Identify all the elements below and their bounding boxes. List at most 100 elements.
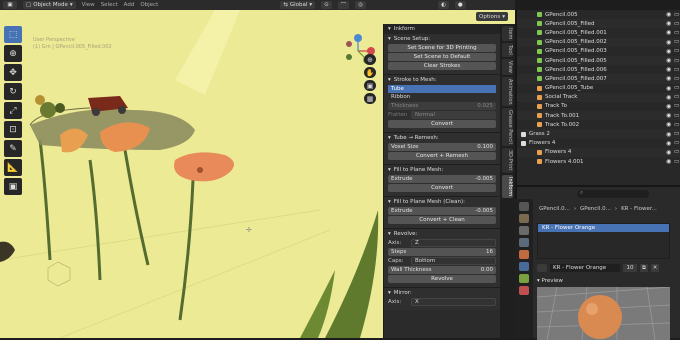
outliner-row[interactable]: Track To ◉ ▭: [517, 102, 680, 111]
visibility-eye-icon[interactable]: ◉: [666, 75, 671, 82]
render-camera-icon[interactable]: ▭: [674, 12, 679, 18]
add-cube-icon[interactable]: ▣: [4, 178, 22, 195]
output-icon[interactable]: [519, 226, 529, 235]
outliner-row[interactable]: GPencil.005_Filled.002 ◉ ▭: [517, 37, 680, 47]
outliner-row[interactable]: GPencil.005_Tube ◉ ▭: [517, 84, 680, 93]
mode-dropdown[interactable]: ▢ Object Mode ▾: [23, 1, 76, 9]
measure-icon[interactable]: 📐: [4, 159, 22, 176]
object-icon[interactable]: [519, 250, 529, 259]
extrude-field[interactable]: Extrude -0.005: [388, 175, 496, 183]
outliner-row[interactable]: GPencil.005_Filled.005 ◉ ▭: [517, 55, 680, 66]
set-scene-default-button[interactable]: Set Scene to Default: [388, 53, 496, 61]
hand-icon[interactable]: ✋: [364, 67, 376, 78]
outliner-row[interactable]: Flowers 4.001 ◉ ▭: [517, 157, 680, 166]
visibility-eye-icon[interactable]: ◉: [666, 131, 671, 138]
clear-strokes-button[interactable]: Clear Strokes: [388, 62, 496, 70]
render-camera-icon[interactable]: ▭: [674, 113, 679, 119]
render-camera-icon[interactable]: ▭: [674, 131, 679, 137]
modifier-icon[interactable]: [519, 262, 529, 271]
visibility-eye-icon[interactable]: ◉: [666, 57, 671, 64]
outliner-row[interactable]: GPencil.005_Filled ◉ ▭: [517, 19, 680, 29]
outliner-row[interactable]: Flowers 4 ◉ ▭: [517, 147, 680, 157]
visibility-eye-icon[interactable]: ◉: [666, 94, 671, 101]
visibility-eye-icon[interactable]: ◉: [666, 11, 671, 18]
render-camera-icon[interactable]: ▭: [674, 30, 679, 36]
tab-inkform[interactable]: Inkform: [502, 174, 513, 198]
convert-clean-button[interactable]: Convert + Clean: [388, 216, 496, 224]
grid-icon[interactable]: ▦: [364, 93, 376, 104]
render-camera-icon[interactable]: ▭: [674, 122, 679, 128]
render-camera-icon[interactable]: ▭: [674, 76, 679, 82]
visibility-eye-icon[interactable]: ◉: [666, 29, 671, 36]
material-name-field[interactable]: KR - Flower Orange: [550, 263, 620, 272]
editor-type-button[interactable]: ▣: [3, 1, 17, 9]
options-dropdown[interactable]: Options ▾: [476, 12, 508, 21]
tab-view[interactable]: View: [502, 59, 513, 75]
properties-search[interactable]: ⌕: [577, 190, 649, 198]
convert-fill-button[interactable]: Convert: [388, 184, 496, 192]
menu-object[interactable]: Object: [140, 2, 158, 8]
menu-view[interactable]: View: [82, 2, 95, 8]
transform-icon[interactable]: ⊡: [4, 121, 22, 138]
outliner-row[interactable]: Flowers 4 ◉ ▭: [517, 139, 680, 148]
outliner-row[interactable]: GPencil.005_Filled.006 ◉ ▭: [517, 65, 680, 74]
steps-field[interactable]: Steps 16: [388, 248, 496, 256]
close-icon[interactable]: ✕: [651, 263, 659, 272]
tab-tool[interactable]: Tool: [502, 43, 513, 58]
outliner-row[interactable]: Grass 2 ◉ ▭: [517, 129, 680, 139]
snap-button[interactable]: ⌒: [337, 1, 350, 9]
visibility-eye-icon[interactable]: ◉: [666, 112, 671, 119]
visibility-eye-icon[interactable]: ◉: [666, 149, 671, 156]
render-camera-icon[interactable]: ▭: [674, 159, 679, 165]
extrude-clean-field[interactable]: Extrude -0.005: [388, 207, 496, 215]
visibility-eye-icon[interactable]: ◉: [666, 48, 671, 55]
annotate-icon[interactable]: ✎: [4, 140, 22, 157]
camera-icon[interactable]: ▣: [364, 80, 376, 91]
visibility-eye-icon[interactable]: ◉: [666, 103, 671, 110]
cursor-icon[interactable]: ⊕: [4, 45, 22, 62]
preview-header[interactable]: ▾ Preview: [537, 278, 563, 284]
select-box-icon[interactable]: ⬚: [4, 26, 22, 43]
render-camera-icon[interactable]: ▭: [674, 39, 679, 45]
revolve-axis-dropdown[interactable]: Z: [411, 239, 496, 247]
set-scene-3d-printing-button[interactable]: Set Scene for 3D Printing: [388, 44, 496, 52]
scale-icon[interactable]: ⤢: [4, 102, 22, 119]
menu-add[interactable]: Add: [124, 2, 135, 8]
outliner-row[interactable]: Track To.002 ◉ ▭: [517, 120, 680, 129]
render-camera-icon[interactable]: ▭: [674, 48, 679, 54]
material-sphere-icon[interactable]: [537, 263, 547, 272]
render-camera-icon[interactable]: ▭: [674, 67, 679, 73]
flatten-dropdown[interactable]: Normal: [411, 111, 496, 119]
shading-button[interactable]: ●: [454, 1, 466, 9]
render-camera-icon[interactable]: ▭: [674, 85, 679, 91]
render-camera-icon[interactable]: ▭: [674, 94, 679, 100]
render-camera-icon[interactable]: ▭: [674, 103, 679, 109]
thickness-field[interactable]: Thickness 0.025: [388, 102, 496, 110]
mirror-axis-dropdown[interactable]: X: [411, 298, 496, 306]
outliner-row[interactable]: GPencil.005_Filled.001 ◉ ▭: [517, 28, 680, 37]
visibility-eye-icon[interactable]: ◉: [666, 39, 671, 46]
object-data-icon[interactable]: [519, 274, 529, 283]
visibility-eye-icon[interactable]: ◉: [666, 85, 671, 92]
wall-thickness-field[interactable]: Wall Thickness 0.00: [388, 266, 496, 274]
visibility-eye-icon[interactable]: ◉: [666, 66, 671, 73]
visibility-eye-icon[interactable]: ◉: [666, 20, 671, 27]
outliner-row[interactable]: GPencil.005_Filled.007 ◉ ▭: [517, 74, 680, 84]
visibility-eye-icon[interactable]: ◉: [666, 121, 671, 128]
render-icon[interactable]: [519, 214, 529, 223]
convert-stroke-button[interactable]: Convert: [388, 120, 496, 128]
outliner-row[interactable]: GPencil.005_Filled.003 ◉ ▭: [517, 47, 680, 56]
pivot-button[interactable]: ⊙: [321, 1, 332, 9]
rotate-icon[interactable]: ↻: [4, 83, 22, 100]
outliner-row[interactable]: GPencil.005 ◉ ▭: [517, 10, 680, 19]
orientation-dropdown[interactable]: ⇆ Global ▾: [280, 1, 316, 9]
material-icon[interactable]: [519, 286, 529, 295]
outliner-row[interactable]: Social Track ◉ ▭: [517, 92, 680, 102]
convert-remesh-button[interactable]: Convert + Remesh: [388, 152, 496, 160]
breadcrumb-item[interactable]: KR - Flower...: [621, 206, 657, 212]
tab-item[interactable]: Item: [502, 26, 513, 42]
zoom-icon[interactable]: ⊕: [364, 54, 376, 65]
tab-grease-pencil[interactable]: Grease Pencil: [502, 108, 513, 147]
render-camera-icon[interactable]: ▭: [674, 21, 679, 27]
scene-icon[interactable]: [519, 238, 529, 247]
